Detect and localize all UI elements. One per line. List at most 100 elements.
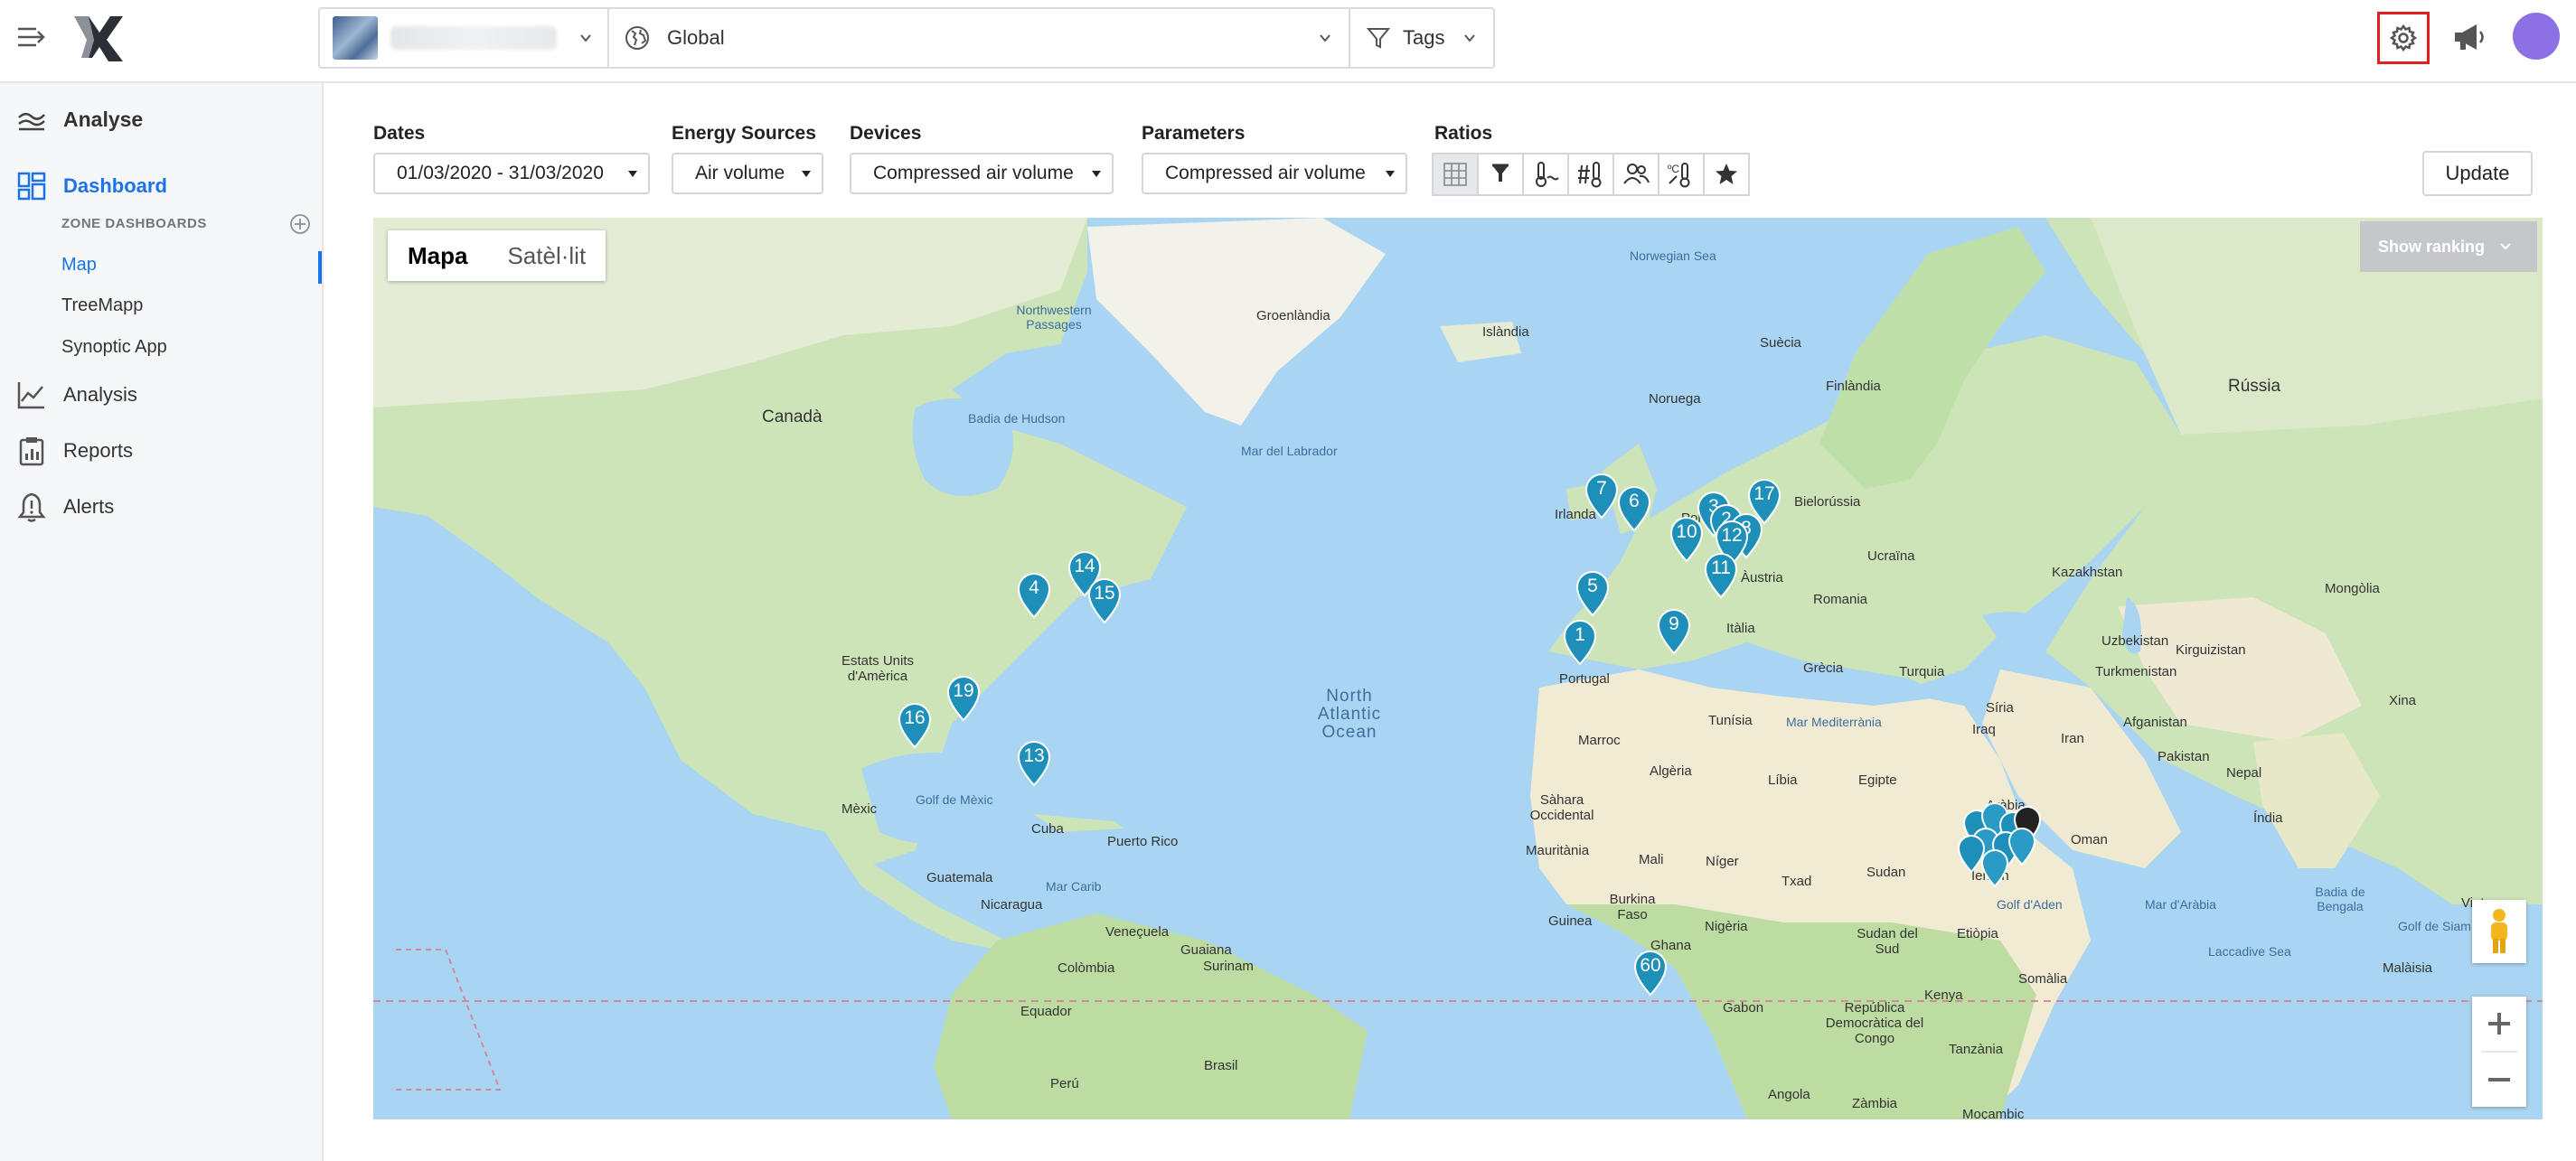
star-icon bbox=[1716, 164, 1737, 184]
site-marker[interactable]: 6 bbox=[1617, 485, 1651, 532]
map-type-map-button[interactable]: Mapa bbox=[388, 230, 487, 281]
site-marker[interactable]: 60 bbox=[1633, 950, 1668, 997]
energy-sources-select[interactable]: Air volume bbox=[672, 153, 823, 194]
site-marker[interactable]: 1 bbox=[1563, 619, 1597, 666]
map-label: Cuba bbox=[1031, 821, 1064, 837]
map-label: Pakistan bbox=[2158, 749, 2210, 764]
megaphone-icon[interactable] bbox=[2449, 18, 2489, 58]
map-label: Burkina Faso bbox=[1609, 892, 1656, 922]
sidebar-subitem-treemapp[interactable]: TreeMapp bbox=[61, 295, 143, 316]
sidebar-section-analyse[interactable]: Analyse bbox=[0, 101, 143, 137]
update-button[interactable]: Update bbox=[2422, 151, 2533, 196]
people-icon bbox=[1623, 164, 1650, 184]
settings-button[interactable] bbox=[2377, 12, 2430, 64]
report-clipboard-icon bbox=[19, 437, 44, 466]
ocean-label: North Atlantic Ocean bbox=[1317, 687, 1382, 742]
map-label: Afganistan bbox=[2123, 715, 2187, 730]
map-label: Uzbekistan bbox=[2101, 633, 2169, 649]
marker-label: 14 bbox=[1074, 556, 1095, 576]
sidebar-item-dashboard[interactable]: Dashboard bbox=[0, 168, 167, 204]
globe-icon bbox=[625, 26, 649, 50]
caret-down-icon bbox=[1386, 171, 1395, 177]
map-label: Badia de Hudson bbox=[968, 411, 1066, 426]
marker-label: 60 bbox=[1640, 955, 1661, 976]
street-view-pegman[interactable] bbox=[2472, 900, 2526, 963]
ratio-temperature-button[interactable] bbox=[1522, 153, 1569, 196]
map-label: Guaiana bbox=[1180, 942, 1232, 958]
sidebar-item-reports[interactable]: Reports bbox=[0, 433, 133, 469]
map-type-satellite-button[interactable]: Satèl·lit bbox=[487, 230, 606, 281]
chevron-down-icon bbox=[1464, 34, 1475, 42]
sidebar-subitem-synoptic-app[interactable]: Synoptic App bbox=[61, 337, 167, 358]
site-marker[interactable]: 4 bbox=[1017, 572, 1051, 619]
map-label: Zàmbia bbox=[1852, 1096, 1898, 1111]
marker-cluster[interactable] bbox=[1946, 796, 2054, 895]
company-name-redacted bbox=[390, 26, 557, 50]
zone-selector[interactable]: Global bbox=[609, 9, 1350, 67]
marker-label: 15 bbox=[1094, 583, 1115, 604]
ratios-label: Ratios bbox=[1434, 123, 1493, 144]
tags-selector[interactable]: Tags bbox=[1350, 9, 1493, 67]
ratio-outdoor-temp-button[interactable]: ºC bbox=[1658, 153, 1705, 196]
site-marker[interactable]: 15 bbox=[1087, 577, 1122, 624]
sidebar-subitem-map[interactable]: Map bbox=[61, 255, 97, 276]
marker-label: 19 bbox=[953, 680, 974, 701]
ratio-degree-days-button[interactable] bbox=[1567, 153, 1614, 196]
ratio-favourite-button[interactable] bbox=[1703, 153, 1750, 196]
show-ranking-button[interactable]: Show ranking bbox=[2360, 221, 2537, 272]
sidebar-item-analysis[interactable]: Analysis bbox=[0, 377, 137, 413]
sidebar-item-alerts-label: Alerts bbox=[63, 495, 115, 518]
map-label: Surinam bbox=[1203, 959, 1254, 974]
site-marker[interactable]: 11 bbox=[1704, 552, 1738, 599]
marker-label: 11 bbox=[1711, 557, 1731, 578]
map-label: Golf de Mèxic bbox=[916, 792, 993, 807]
site-marker[interactable]: 19 bbox=[946, 675, 981, 722]
ratio-production-button[interactable] bbox=[1477, 153, 1524, 196]
dates-picker[interactable]: 01/03/2020 - 31/03/2020 bbox=[373, 153, 650, 194]
zoom-out-button[interactable] bbox=[2472, 1053, 2526, 1107]
map-label: Canadà bbox=[762, 407, 823, 426]
ratio-people-button[interactable] bbox=[1612, 153, 1659, 196]
ratios-toolbar: ºC bbox=[1432, 153, 1750, 196]
thermometer-icon bbox=[1536, 162, 1559, 187]
sidebar: Analyse Dashboard ZONE DASHBOARDS Map Tr… bbox=[0, 83, 324, 1161]
site-marker[interactable]: 13 bbox=[1017, 740, 1051, 787]
map-type-toggle: Mapa Satèl·lit bbox=[388, 230, 606, 281]
map-label: Nicaragua bbox=[981, 897, 1043, 913]
map-label: Mauritània bbox=[1526, 843, 1590, 858]
parameters-select[interactable]: Compressed air volume bbox=[1142, 153, 1407, 194]
ratio-grid-button[interactable] bbox=[1432, 153, 1479, 196]
active-indicator bbox=[318, 251, 322, 284]
map-label: Brasil bbox=[1204, 1058, 1238, 1073]
site-marker[interactable]: 5 bbox=[1575, 570, 1610, 617]
map-label: Àustria bbox=[1741, 570, 1783, 585]
grid-icon bbox=[1443, 163, 1467, 186]
marker-label: 5 bbox=[1587, 576, 1598, 596]
tags-selector-label: Tags bbox=[1403, 26, 1445, 49]
map-label: Iraq bbox=[1972, 722, 1996, 737]
map-label: Nepal bbox=[2226, 765, 2262, 781]
zoom-in-button[interactable] bbox=[2472, 997, 2526, 1051]
world-map[interactable]: Norwegian Sea Groenlàndia Islàndia Suèci… bbox=[373, 218, 2543, 1119]
user-avatar[interactable] bbox=[2513, 13, 2560, 60]
pegman-icon bbox=[2491, 909, 2507, 953]
add-circle-icon[interactable] bbox=[289, 213, 311, 235]
devices-value: Compressed air volume bbox=[873, 163, 1074, 183]
analyse-wave-icon bbox=[18, 113, 45, 131]
sidebar-item-dashboard-label: Dashboard bbox=[63, 174, 167, 197]
map-label: Guatemala bbox=[926, 870, 993, 885]
site-marker[interactable]: 9 bbox=[1657, 608, 1691, 655]
site-marker[interactable]: 16 bbox=[898, 702, 932, 749]
map-label: Tanzània bbox=[1949, 1042, 2004, 1057]
app-logo[interactable] bbox=[72, 13, 125, 65]
map-label: Malàisia bbox=[2383, 960, 2433, 976]
expand-menu-icon[interactable] bbox=[16, 25, 47, 49]
marker-label: 12 bbox=[1721, 525, 1743, 546]
map-label: Romania bbox=[1813, 592, 1868, 607]
sidebar-item-alerts[interactable]: Alerts bbox=[0, 489, 114, 525]
parameters-value: Compressed air volume bbox=[1165, 163, 1366, 183]
company-logo bbox=[333, 16, 378, 60]
devices-select[interactable]: Compressed air volume bbox=[850, 153, 1114, 194]
company-selector[interactable] bbox=[320, 9, 609, 67]
site-marker[interactable]: 7 bbox=[1584, 473, 1619, 520]
